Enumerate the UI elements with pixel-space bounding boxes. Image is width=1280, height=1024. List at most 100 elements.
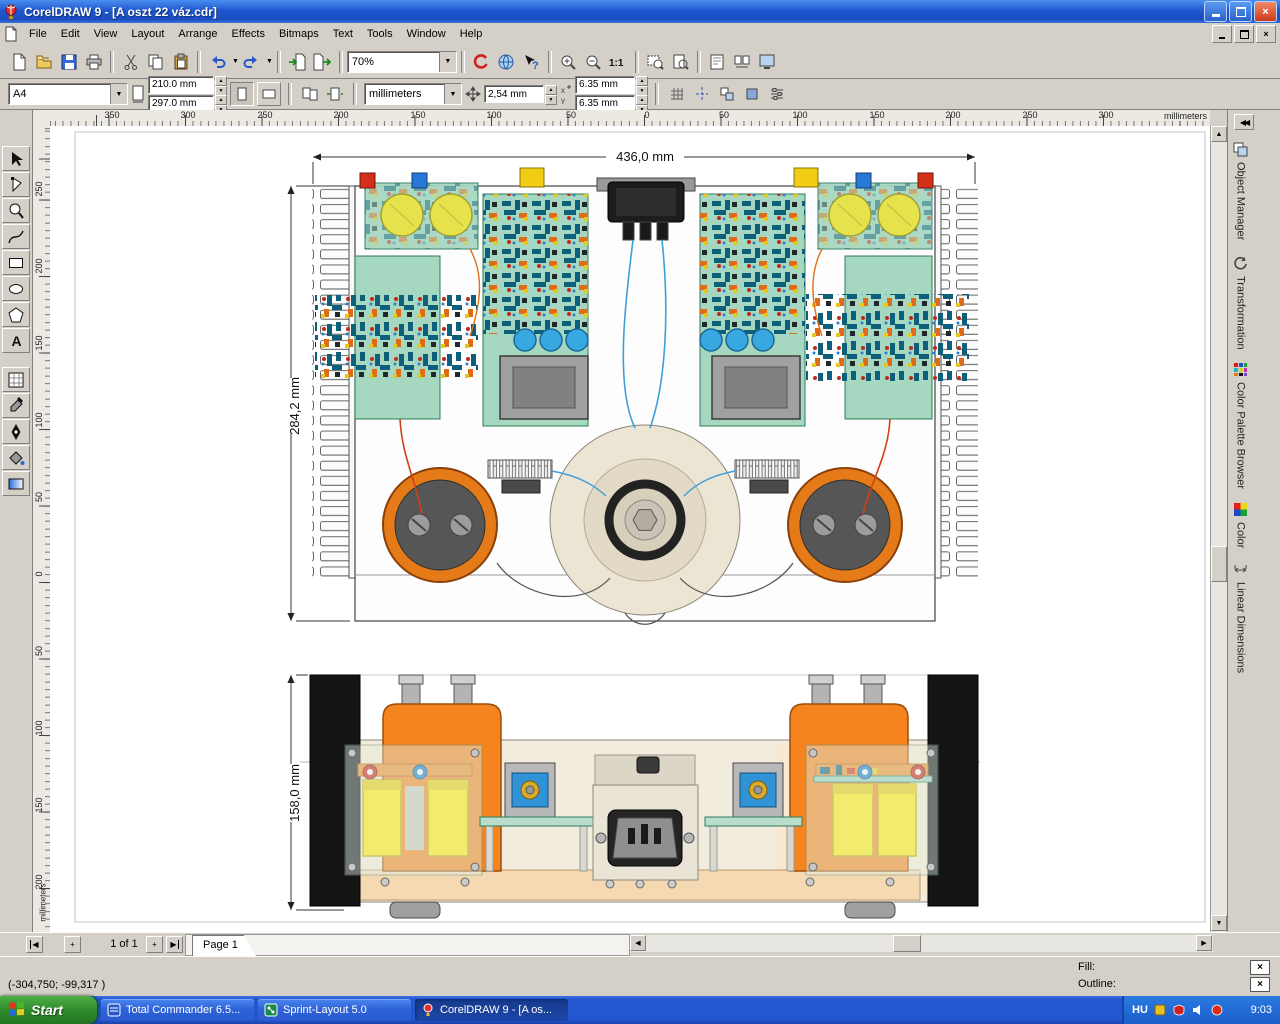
toroidal-transformer[interactable] (549, 424, 741, 616)
scroll-down-button[interactable]: ▼ (1211, 915, 1227, 931)
start-button[interactable]: Start (0, 996, 97, 1024)
docker-tab-color-palette-browser[interactable]: Color Palette Browser (1233, 362, 1248, 489)
scroll-up-button[interactable]: ▲ (1211, 126, 1227, 142)
docker-tab-color[interactable]: Color (1233, 502, 1248, 548)
language-indicator[interactable]: HU (1132, 1004, 1148, 1016)
ellipse-tool[interactable] (2, 276, 30, 301)
scroll-left-button[interactable]: ◀ (630, 935, 646, 951)
corel-online-button[interactable] (494, 49, 519, 74)
menu-layout[interactable]: Layout (124, 23, 171, 45)
paste-button[interactable] (168, 49, 193, 74)
tray-status-icon[interactable] (1211, 1004, 1224, 1017)
freehand-tool[interactable] (2, 224, 30, 249)
zoom-tool[interactable] (2, 198, 30, 223)
horizontal-ruler[interactable]: 350 300 250 200 150 100 50 0 50 100 150 … (50, 110, 1210, 127)
horizontal-scroll-thumb[interactable] (893, 935, 921, 952)
application-launcher-button[interactable] (469, 49, 494, 74)
rectangle-tool[interactable] (2, 250, 30, 275)
close-button[interactable]: × (1254, 1, 1277, 22)
zoom-to-page-button[interactable] (668, 49, 693, 74)
driver-transformer-front-right[interactable] (732, 762, 784, 818)
redo-button[interactable] (239, 49, 264, 74)
heatsink-left[interactable] (312, 185, 358, 579)
menu-text[interactable]: Text (326, 23, 360, 45)
new-button[interactable] (6, 49, 31, 74)
docker-collapse-button[interactable]: ◀◀ (1234, 114, 1254, 130)
treat-as-filled-button[interactable] (741, 83, 763, 105)
polygon-tool[interactable] (2, 302, 30, 327)
vertical-ruler[interactable]: 250 200 150 100 50 0 50 100 150 200 mill… (33, 126, 51, 932)
whats-this-button[interactable]: ? (519, 49, 544, 74)
volume-icon[interactable] (1192, 1004, 1205, 1017)
pcb-top-right[interactable] (817, 182, 933, 250)
interactive-fill-tool[interactable] (2, 471, 30, 496)
copy-button[interactable] (143, 49, 168, 74)
last-page-button[interactable]: ▶ (166, 936, 183, 953)
tray-antivirus-icon[interactable] (1154, 1004, 1167, 1017)
eyedropper-tool[interactable] (2, 393, 30, 418)
capacitor-left[interactable] (382, 467, 498, 583)
task-total-commander[interactable]: Total Commander 6.5... (101, 999, 254, 1021)
export-button[interactable] (310, 49, 335, 74)
minimize-button[interactable] (1204, 1, 1227, 22)
pcb-top-left[interactable] (364, 182, 479, 250)
driver-transformer-front-left[interactable] (504, 762, 556, 818)
duplicate-x-spinner[interactable]: ▲ ▼ (636, 75, 648, 96)
paper-size-dropdown[interactable]: ▼ (110, 84, 127, 104)
task-sprint-layout[interactable]: Sprint-Layout 5.0 (258, 999, 411, 1021)
duplicate-x-input[interactable]: 6.35 mm (575, 75, 635, 94)
drawing-canvas[interactable]: 436,0 mm 284,2 mm 158,0 mm (50, 126, 1210, 932)
landscape-button[interactable] (257, 82, 281, 106)
docker-tab-linear-dimensions[interactable]: Linear Dimensions (1233, 562, 1248, 673)
menu-edit[interactable]: Edit (54, 23, 87, 45)
menu-window[interactable]: Window (400, 23, 453, 45)
nudge-offset-input[interactable]: 2,54 mm (484, 85, 544, 103)
page-view-button[interactable] (705, 49, 730, 74)
outline-tool[interactable] (2, 419, 30, 444)
open-button[interactable] (31, 49, 56, 74)
menu-effects[interactable]: Effects (225, 23, 272, 45)
iec-power-inlet[interactable] (592, 754, 699, 881)
snap-to-grid-button[interactable] (666, 83, 688, 105)
first-page-button[interactable]: ◀ (26, 936, 43, 953)
save-button[interactable] (56, 49, 81, 74)
doc-restore-button[interactable] (1234, 25, 1254, 43)
pcb-left-center[interactable] (482, 193, 589, 427)
doc-close-button[interactable]: × (1256, 25, 1276, 43)
transformer-assembly-right[interactable] (805, 744, 939, 876)
text-tool[interactable]: A (2, 328, 30, 353)
docker-tab-object-manager[interactable]: Object Manager (1233, 142, 1248, 240)
portrait-button[interactable] (230, 82, 254, 106)
horizontal-scrollbar[interactable]: ◀ ▶ (630, 935, 1213, 952)
current-page-button[interactable] (324, 83, 346, 105)
redo-dropdown[interactable]: ▼ (266, 58, 273, 65)
doc-minimize-button[interactable] (1212, 25, 1232, 43)
print-button[interactable] (81, 49, 106, 74)
zoom-actual-button[interactable]: 1:1 (606, 49, 631, 74)
all-pages-button[interactable] (299, 83, 321, 105)
pick-tool[interactable] (2, 146, 30, 171)
menu-view[interactable]: View (87, 23, 125, 45)
options-button[interactable] (766, 83, 788, 105)
menu-arrange[interactable]: Arrange (171, 23, 224, 45)
snap-to-objects-button[interactable] (716, 83, 738, 105)
paper-width-input[interactable]: 210.0 mm (148, 75, 214, 94)
scroll-right-button[interactable]: ▶ (1196, 935, 1212, 951)
vertical-scroll-thumb[interactable] (1211, 546, 1227, 582)
cut-button[interactable] (118, 49, 143, 74)
foot-right[interactable] (844, 901, 896, 919)
zoom-in-button[interactable] (556, 49, 581, 74)
transformer-assembly-left[interactable] (344, 744, 483, 876)
menu-tools[interactable]: Tools (360, 23, 400, 45)
task-coreldraw[interactable]: CorelDRAW 9 - [A os... (415, 999, 568, 1021)
fill-tool[interactable] (2, 445, 30, 470)
fullscreen-preview-button[interactable] (755, 49, 780, 74)
interactive-tool[interactable] (2, 367, 30, 392)
pcb-right-center[interactable] (699, 193, 806, 427)
taskbar-clock[interactable]: 9:03 (1251, 1004, 1272, 1016)
tray-shield-icon[interactable] (1173, 1004, 1186, 1017)
paper-width-spinner[interactable]: ▲ ▼ (215, 75, 227, 96)
add-page-after-button[interactable]: + (146, 936, 163, 953)
page-tab[interactable]: Page 1 (192, 935, 256, 956)
paper-size-combo[interactable]: A4 ▼ (8, 83, 128, 105)
